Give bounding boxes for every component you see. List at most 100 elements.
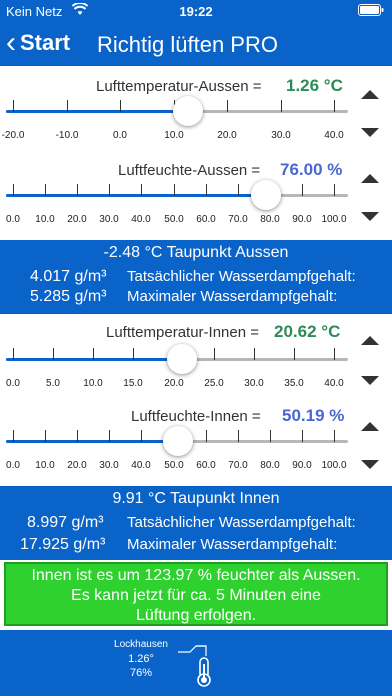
slider-tick-label: 80.0 bbox=[260, 214, 280, 225]
slider-tick bbox=[334, 430, 335, 442]
aussen-temp-up-arrow[interactable] bbox=[361, 90, 379, 99]
aussen-info-panel: -2.48 °C Taupunkt Aussen 4.017 g/m³ Tats… bbox=[0, 240, 392, 314]
slider-thumb[interactable] bbox=[251, 180, 281, 210]
slider-tick-label: 40.0 bbox=[324, 378, 344, 389]
slider-tick bbox=[294, 348, 295, 360]
slider-tick bbox=[141, 430, 142, 442]
slider-tick bbox=[109, 184, 110, 196]
aussen-temp-section: Lufttemperatur-Aussen = 1.26 °C -20.0 -10… bbox=[0, 66, 392, 152]
nav-bar: ‹ Start Richtig lüften PRO bbox=[0, 22, 392, 66]
slider-tick-label: 35.0 bbox=[284, 378, 304, 389]
back-label: Start bbox=[20, 30, 71, 55]
slider-tick bbox=[141, 184, 142, 196]
slider-tick bbox=[302, 184, 303, 196]
innen-temp-down-arrow[interactable] bbox=[361, 376, 379, 385]
battery-icon bbox=[358, 4, 384, 19]
innen-humidity-down-arrow[interactable] bbox=[361, 460, 379, 469]
slider-tick bbox=[109, 430, 110, 442]
weather-temp: 1.26° bbox=[128, 653, 154, 665]
slider-thumb[interactable] bbox=[173, 96, 203, 126]
result-line-3: Lüftung erfolgen. bbox=[135, 607, 257, 624]
innen-humidity-up-arrow[interactable] bbox=[361, 422, 379, 431]
slider-tick-label: 10.0 bbox=[35, 214, 55, 225]
slider-thumb[interactable] bbox=[167, 344, 197, 374]
slider-tick-label: -20.0 bbox=[1, 130, 25, 141]
slider-tick bbox=[93, 348, 94, 360]
aussen-humidity-value: 76.00 % bbox=[280, 160, 343, 179]
aussen-actual-label: Tatsächlicher Wasserdampfgehalt: bbox=[127, 268, 356, 285]
thermometer-icon bbox=[176, 642, 216, 693]
page-title: Richtig lüften PRO bbox=[97, 32, 278, 57]
weather-location: Lockhausen bbox=[114, 639, 168, 650]
innen-actual-label: Tatsächlicher Wasserdampfgehalt: bbox=[127, 514, 356, 531]
innen-actual-value: 8.997 g/m³ bbox=[27, 514, 104, 531]
slider-tick-label: 30.0 bbox=[99, 214, 119, 225]
slider-tick-label: 50.0 bbox=[164, 214, 184, 225]
slider-tick bbox=[45, 430, 46, 442]
aussen-temp-label: Lufttemperatur-Aussen = bbox=[96, 78, 262, 95]
result-line-2: Es kann jetzt für ca. 5 Minuten eine bbox=[71, 587, 321, 604]
slider-tick-label: 20.0 bbox=[67, 214, 87, 225]
slider-tick bbox=[302, 430, 303, 442]
slider-tick-label: 50.0 bbox=[164, 460, 184, 471]
slider-tick-label: 70.0 bbox=[228, 214, 248, 225]
slider-tick-label: 0.0 bbox=[6, 214, 20, 225]
slider-tick-label: 10.0 bbox=[83, 378, 103, 389]
slider-fill bbox=[6, 110, 188, 113]
aussen-humidity-up-arrow[interactable] bbox=[361, 174, 379, 183]
weather-widget[interactable]: Lockhausen 1.26° 76% bbox=[106, 638, 176, 680]
innen-max-value: 17.925 g/m³ bbox=[20, 536, 106, 553]
slider-tick-label: 0.0 bbox=[113, 130, 127, 141]
aussen-max-value: 5.285 g/m³ bbox=[30, 288, 107, 305]
footer: Lockhausen 1.26° 76% bbox=[0, 630, 392, 696]
slider-tick bbox=[206, 184, 207, 196]
slider-tick-label: 30.0 bbox=[271, 130, 291, 141]
slider-tick-label: 15.0 bbox=[123, 378, 143, 389]
slider-tick-label: 40.0 bbox=[131, 460, 151, 471]
slider-tick bbox=[53, 348, 54, 360]
slider-tick bbox=[334, 348, 335, 360]
innen-temp-value: 20.62 °C bbox=[274, 322, 341, 341]
slider-tick bbox=[77, 184, 78, 196]
slider-tick bbox=[45, 184, 46, 196]
slider-tick-label: 30.0 bbox=[244, 378, 264, 389]
slider-tick-label: 40.0 bbox=[131, 214, 151, 225]
innen-humidity-value: 50.19 % bbox=[282, 406, 345, 425]
slider-tick-label: 0.0 bbox=[6, 460, 20, 471]
slider-tick-label: 30.0 bbox=[99, 460, 119, 471]
slider-fill bbox=[6, 358, 183, 361]
aussen-dewpoint: -2.48 °C Taupunkt Aussen bbox=[103, 244, 289, 261]
slider-tick-label: 0.0 bbox=[6, 378, 20, 389]
aussen-temp-down-arrow[interactable] bbox=[361, 128, 379, 137]
innen-temp-section: Lufttemperatur-Innen = 20.62 °C 0.0 5.0 10… bbox=[0, 314, 392, 400]
slider-tick bbox=[281, 100, 282, 112]
slider-tick bbox=[270, 430, 271, 442]
innen-temp-up-arrow[interactable] bbox=[361, 336, 379, 345]
innen-dewpoint: 9.91 °C Taupunkt Innen bbox=[112, 490, 280, 507]
slider-tick-label: 10.0 bbox=[164, 130, 184, 141]
slider-tick bbox=[77, 430, 78, 442]
back-button[interactable]: ‹ Start bbox=[6, 28, 71, 58]
slider-tick-label: 10.0 bbox=[35, 460, 55, 471]
slider-tick-label: 20.0 bbox=[67, 460, 87, 471]
slider-tick bbox=[206, 430, 207, 442]
slider-tick-label: 5.0 bbox=[46, 378, 60, 389]
status-bar: Kein Netz 19:22 bbox=[0, 0, 392, 22]
slider-tick-label: 40.0 bbox=[324, 130, 344, 141]
slider-tick-label: 60.0 bbox=[196, 460, 216, 471]
slider-tick-label: 20.0 bbox=[164, 378, 184, 389]
aussen-humidity-section: Luftfeuchte-Aussen = 76.00 % 0.0 10.0 20.0… bbox=[0, 152, 392, 240]
slider-tick bbox=[238, 184, 239, 196]
innen-info-panel: 9.91 °C Taupunkt Innen 8.997 g/m³ Tatsäc… bbox=[0, 486, 392, 560]
slider-tick bbox=[13, 100, 14, 112]
slider-tick bbox=[334, 184, 335, 196]
aussen-humidity-down-arrow[interactable] bbox=[361, 212, 379, 221]
slider-tick-label: 80.0 bbox=[260, 460, 280, 471]
innen-max-label: Maximaler Wasserdampfgehalt: bbox=[127, 536, 338, 553]
slider-thumb[interactable] bbox=[163, 426, 193, 456]
slider-tick bbox=[133, 348, 134, 360]
slider-tick bbox=[254, 348, 255, 360]
slider-tick-label: 100.0 bbox=[321, 460, 347, 471]
slider-track bbox=[6, 194, 348, 197]
slider-tick bbox=[334, 100, 335, 112]
